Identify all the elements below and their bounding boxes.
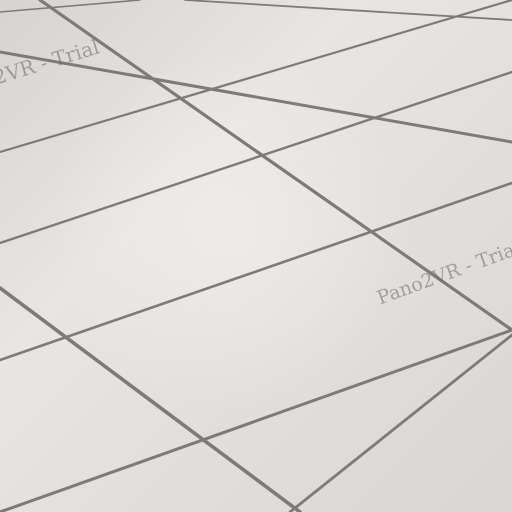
tile-floor-photo <box>0 0 512 512</box>
panorama-view[interactable]: 2VR - Trial Pano2VR - Trial <box>0 0 512 512</box>
